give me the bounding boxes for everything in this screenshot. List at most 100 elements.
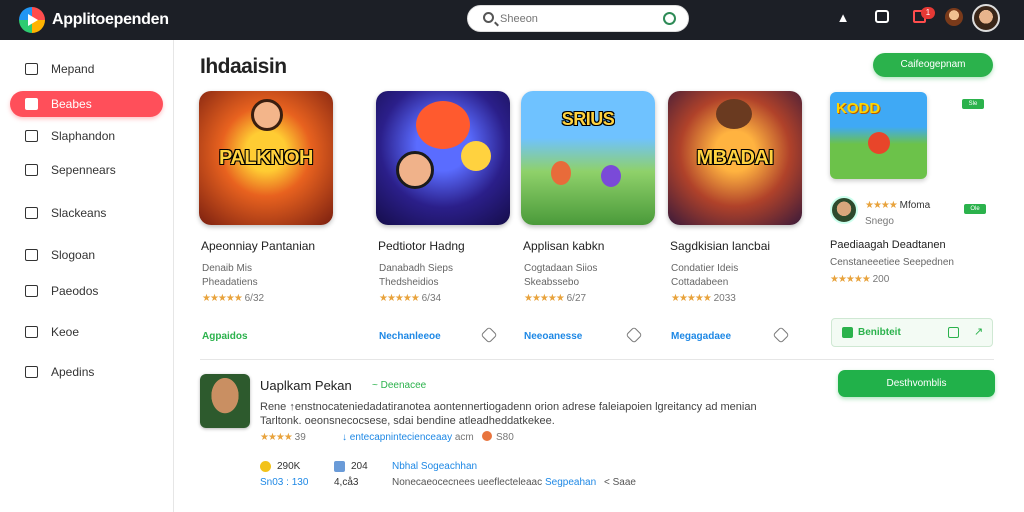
badge-icon	[482, 431, 492, 441]
stat-link[interactable]: Segpeahan	[545, 477, 596, 488]
sidebar-item-box[interactable]: Slackeans	[10, 200, 163, 226]
app-card-link[interactable]: Neeoanesse	[524, 331, 582, 342]
app-title: Apeonniay Pantanian	[201, 239, 316, 253]
app-thumbnail[interactable]: MBADAI	[668, 91, 802, 225]
stat-count: 204	[334, 461, 368, 472]
app-title: Applitoependen	[52, 11, 169, 28]
app-card-link[interactable]: Agpaidos	[202, 331, 248, 342]
featured-description: Censtaneeetiee Seepednen	[830, 257, 954, 268]
sidebar-item-bookmark[interactable]: Slogoan	[10, 242, 163, 268]
featured-thumbnail-title: KODD	[836, 100, 881, 117]
main-content: Ihdaaisin Caifeogepnam PALKNOH Apeonniay…	[174, 40, 1024, 512]
sidebar-item-active[interactable]: Beabes	[10, 91, 163, 117]
featured-title: Paediaagah Deadtanen	[830, 239, 946, 251]
sidebar-item-label: Paeodos	[51, 284, 99, 298]
app-developer: Condatier Ideis	[671, 263, 739, 274]
app-thumbnail[interactable]: SRIUS	[521, 91, 655, 225]
voice-search-icon[interactable]	[663, 12, 676, 25]
bookmark-icon	[25, 249, 38, 261]
grid-icon	[25, 130, 38, 142]
sidebar-item-list[interactable]: Sepennears	[10, 157, 163, 183]
rating-stars-icon: ★★★★	[260, 432, 293, 443]
arrow-icon[interactable]: ↗	[974, 325, 983, 338]
app-card[interactable]: SRIUS Applisan kabkn Cogtadaan Siios Ske…	[521, 91, 655, 344]
share-icon[interactable]	[480, 326, 498, 344]
notification-badge: 1	[921, 7, 935, 19]
listing-avatar[interactable]	[200, 374, 250, 428]
featured-action-label[interactable]: Benibteit	[858, 327, 901, 338]
sidebar-item-link[interactable]: Apedins	[10, 359, 163, 385]
app-title: Pedtiotor Hadng	[378, 239, 465, 253]
box-icon	[25, 207, 38, 219]
rating-stars-icon: ★★★★★	[202, 293, 243, 304]
app-rating: ★★★★★ 2033	[671, 293, 736, 304]
header-action-button[interactable]: Caifeogepnam	[873, 53, 993, 77]
secondary-avatar[interactable]	[945, 8, 963, 26]
pencil-icon	[25, 285, 38, 297]
page-title: Ihdaaisin	[200, 55, 287, 78]
sidebar-item-label: Slogoan	[51, 248, 96, 262]
rating-stars-icon: ★★★★★	[524, 293, 565, 304]
sidebar-item-grid[interactable]: Slaphandon	[10, 123, 163, 149]
chat-icon	[25, 326, 38, 338]
listing-description: Rene ↑enstnocateniedadatiranotea aontenn…	[260, 401, 757, 427]
rating-stars-icon: ★★★★★	[830, 274, 871, 285]
app-logo-icon[interactable]	[19, 7, 45, 33]
thumbnail-title: PALKNOH	[219, 147, 313, 169]
share-icon[interactable]	[625, 326, 643, 344]
stat-category[interactable]: Nbhal Sogeachhan	[392, 461, 477, 472]
app-developer: Danabadh Sieps	[379, 263, 453, 274]
expand-icon[interactable]	[948, 327, 959, 338]
app-card[interactable]: MBADAI Sagdkisian lancbai Condatier Idei…	[668, 91, 802, 344]
sidebar-item-home[interactable]: Mepand	[10, 56, 163, 82]
author-tag: Ole	[964, 204, 986, 214]
app-thumbnail[interactable]	[376, 91, 510, 225]
stat-info: Nonecaeocecnees ueeflecteleaac	[392, 477, 543, 488]
bell-icon[interactable]: ▲	[835, 10, 851, 26]
user-avatar[interactable]	[972, 4, 1000, 32]
stat-downloads: 290K	[260, 461, 300, 472]
featured-action-box[interactable]: Benibteit ↗	[831, 318, 993, 347]
download-icon	[842, 327, 853, 338]
sidebar-item-pencil[interactable]: Paeodos	[10, 278, 163, 304]
sidebar: Mepand Beabes Slaphandon Sepennears Slac…	[0, 40, 174, 512]
library-icon[interactable]	[875, 10, 891, 26]
sidebar-item-label: Slackeans	[51, 206, 107, 220]
home-icon	[25, 63, 38, 75]
app-card[interactable]: PALKNOH Apeonniay Pantanian Denaib Mis P…	[199, 91, 333, 342]
app-rating: ★★★★★ 6/27	[524, 293, 587, 304]
app-card[interactable]: Pedtiotor Hadng Danabadh Sieps Thedsheid…	[376, 91, 510, 344]
top-bar: Applitoependen ▲ 1	[0, 0, 1024, 40]
search-input[interactable]	[500, 11, 650, 27]
search-bar[interactable]	[467, 5, 689, 32]
section-divider	[200, 359, 994, 360]
listing-value: S80	[496, 432, 514, 443]
sidebar-item-label: Sepennears	[51, 163, 116, 177]
app-category: Thedsheidios	[379, 277, 439, 288]
author-avatar[interactable]	[830, 196, 858, 224]
featured-tag: Sle	[962, 99, 984, 109]
thumbnail-title: MBADAI	[696, 147, 775, 169]
rating-stars-icon: ★★★★★	[379, 293, 420, 304]
sidebar-item-chat[interactable]: Keoe	[10, 319, 163, 345]
featured-thumbnail[interactable]: KODD	[830, 92, 927, 179]
listing-rating: ★★★★ 39	[260, 432, 306, 443]
listing-name[interactable]: Uaplkam Pekan	[260, 378, 352, 393]
listing-link[interactable]: ↓ entecapnintecienceaay acm	[342, 432, 474, 443]
app-title: Applisan kabkn	[523, 239, 605, 253]
image-icon	[334, 461, 345, 472]
thumbnail-title: SRIUS	[561, 109, 615, 129]
app-thumbnail[interactable]: PALKNOH	[199, 91, 333, 225]
app-rating: ★★★★★ 6/34	[379, 293, 442, 304]
app-card-link[interactable]: Nechanleeoe	[379, 331, 441, 342]
install-button[interactable]: Desthvomblis	[838, 370, 995, 397]
share-icon[interactable]	[772, 326, 790, 344]
app-card-link[interactable]: Megagadaee	[671, 331, 731, 342]
featured-rating: ★★★★★ 200	[830, 274, 890, 285]
stat-size: 4,cå3	[334, 477, 359, 488]
author-sub: Snego	[865, 216, 894, 227]
stat-share[interactable]: < Saae	[604, 477, 636, 488]
app-developer: Cogtadaan Siios	[524, 263, 598, 274]
author-rating: ★★★★ Mfoma	[865, 200, 931, 211]
app-developer: Denaib Mis	[202, 263, 253, 274]
